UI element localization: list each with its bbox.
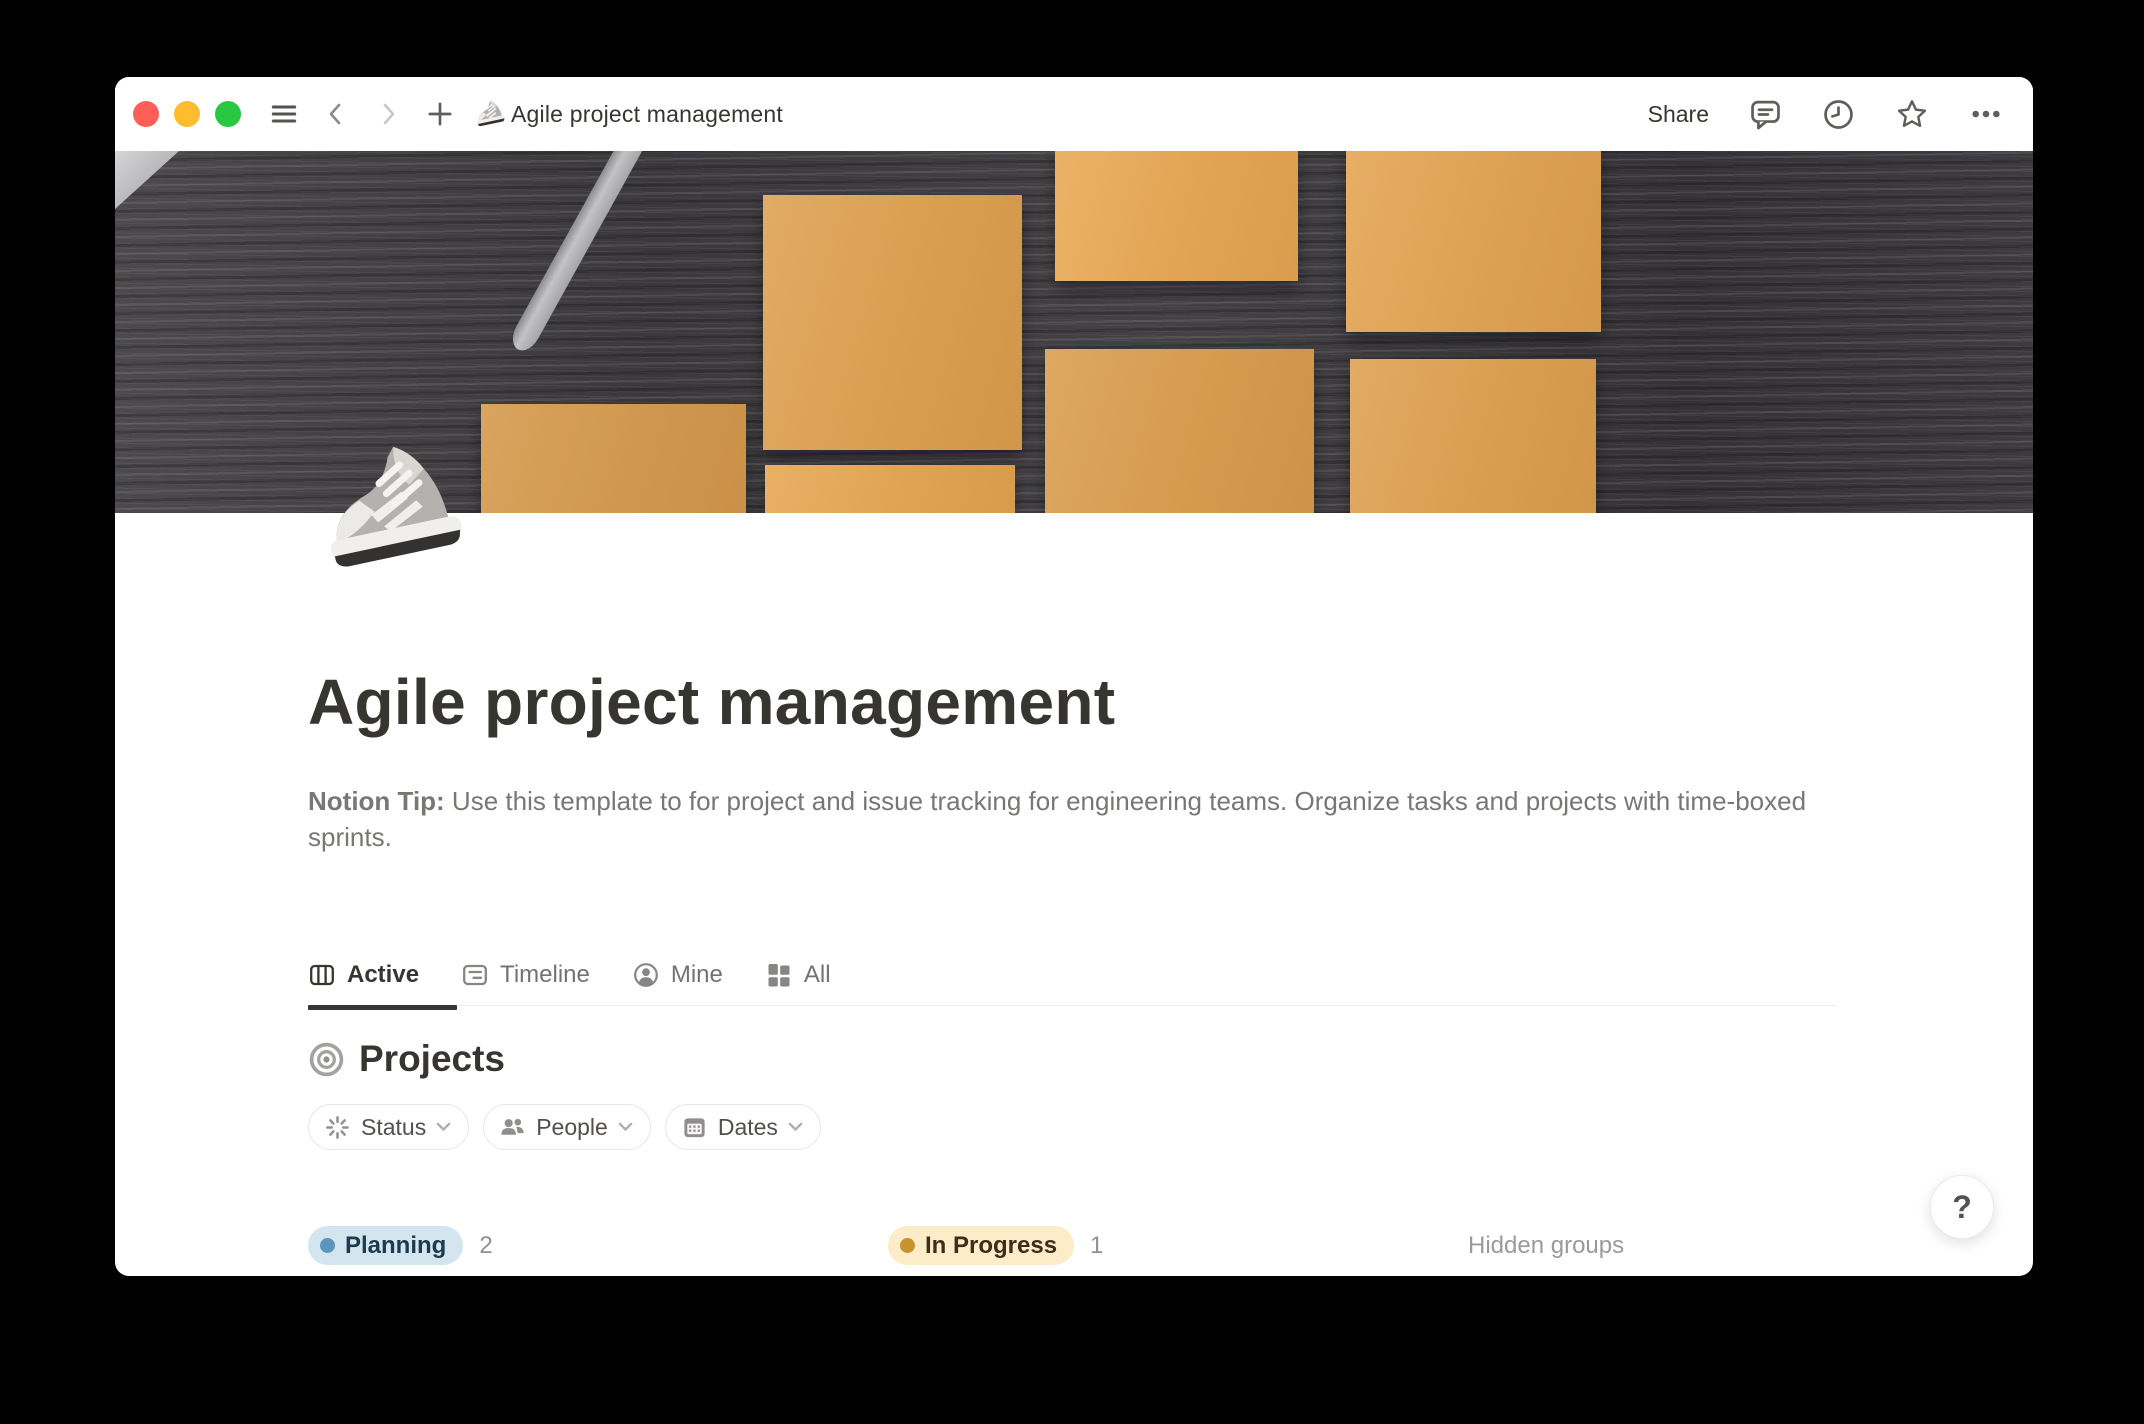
status-spinner-icon — [324, 1114, 351, 1141]
tab-timeline[interactable]: Timeline — [461, 961, 590, 989]
filter-label: People — [536, 1114, 608, 1141]
filter-people[interactable]: People — [483, 1104, 651, 1150]
new-tab-icon — [425, 99, 455, 129]
filter-label: Dates — [718, 1114, 778, 1141]
tab-mine[interactable]: Mine — [632, 961, 723, 989]
forward-icon — [374, 100, 402, 128]
hidden-groups-toggle[interactable]: Hidden groups — [1468, 1232, 1624, 1260]
section-title: Projects — [359, 1038, 505, 1080]
minimize-button[interactable] — [174, 101, 200, 127]
updates-clock-icon — [1822, 98, 1855, 131]
board-group-headers: Planning 2 In Progress 1 Hidden groups — [308, 1226, 2008, 1265]
cover-sticky-note — [765, 465, 1014, 513]
notion-tip-label: Notion Tip: — [308, 786, 445, 816]
filter-label: Status — [361, 1114, 426, 1141]
tab-label: All — [804, 961, 831, 989]
filter-status[interactable]: Status — [308, 1104, 469, 1150]
projects-target-icon — [308, 1041, 345, 1078]
people-icon — [499, 1114, 526, 1141]
close-button[interactable] — [133, 101, 159, 127]
tab-label: Mine — [671, 961, 723, 989]
help-button[interactable]: ? — [1930, 1175, 1994, 1239]
page-content: Agile project management Notion Tip: Use… — [308, 513, 1836, 1150]
group-count: 2 — [479, 1232, 492, 1260]
forward-button[interactable] — [369, 95, 407, 133]
cover-pen — [507, 151, 650, 355]
page-icon-sneaker[interactable] — [311, 433, 463, 585]
cover-sticky-note — [1346, 151, 1601, 332]
group-label: Planning — [345, 1232, 446, 1260]
group-label: In Progress — [925, 1232, 1057, 1260]
group-pill-planning[interactable]: Planning — [308, 1226, 463, 1265]
cover-paper-corner — [115, 151, 179, 209]
sneaker-icon — [311, 433, 463, 585]
traffic-lights — [133, 101, 241, 127]
filter-dates[interactable]: Dates — [665, 1104, 821, 1150]
zoom-button[interactable] — [215, 101, 241, 127]
calendar-icon — [681, 1114, 708, 1141]
notion-tip: Notion Tip: Use this template to for pro… — [308, 783, 1836, 855]
page-title[interactable]: Agile project management — [308, 665, 1836, 739]
board-column-in-progress: In Progress 1 — [888, 1226, 1428, 1265]
cover-sticky-note — [763, 195, 1022, 450]
tab-label: Active — [347, 961, 419, 989]
cover-sticky-note — [481, 404, 746, 513]
favorite-button[interactable] — [1895, 97, 1929, 131]
timeline-view-icon — [461, 961, 489, 989]
notion-window: Agile project management Share — [115, 77, 2033, 1276]
board-column-hidden: Hidden groups — [1468, 1226, 2008, 1265]
favorite-star-icon — [1895, 97, 1929, 131]
updates-button[interactable] — [1822, 98, 1855, 131]
tab-all[interactable]: All — [765, 961, 831, 989]
more-ellipsis-icon — [1969, 97, 2003, 131]
person-circle-icon — [632, 961, 660, 989]
status-dot — [320, 1238, 335, 1253]
notion-tip-text: Use this template to for project and iss… — [308, 786, 1806, 852]
back-icon — [322, 100, 350, 128]
more-button[interactable] — [1969, 97, 2003, 131]
doc-title: Agile project management — [511, 101, 783, 128]
chevron-down-icon — [618, 1122, 633, 1132]
comments-button[interactable] — [1749, 98, 1782, 131]
titlebar: Agile project management Share — [115, 77, 2033, 151]
doc-sneaker-icon — [473, 98, 505, 130]
chevron-down-icon — [436, 1122, 451, 1132]
cover-sticky-note — [1350, 359, 1596, 513]
cover-sticky-note — [1055, 151, 1299, 281]
tab-label: Timeline — [500, 961, 590, 989]
share-button[interactable]: Share — [1648, 101, 1709, 128]
menu-icon — [269, 99, 299, 129]
sidebar-menu-button[interactable] — [265, 95, 303, 133]
chevron-down-icon — [788, 1122, 803, 1132]
comments-icon — [1749, 98, 1782, 131]
cover-sticky-note — [1045, 349, 1314, 513]
new-tab-button[interactable] — [421, 95, 459, 133]
board-column-planning: Planning 2 — [308, 1226, 848, 1265]
grid-view-icon — [765, 961, 793, 989]
status-dot — [900, 1238, 915, 1253]
back-button[interactable] — [317, 95, 355, 133]
board-view-icon — [308, 961, 336, 989]
group-pill-in-progress[interactable]: In Progress — [888, 1226, 1074, 1265]
filter-bar: Status People — [308, 1104, 1836, 1150]
group-count: 1 — [1090, 1232, 1103, 1260]
tab-active[interactable]: Active — [308, 961, 419, 989]
view-tabs: Active Timeline — [308, 961, 1836, 1006]
